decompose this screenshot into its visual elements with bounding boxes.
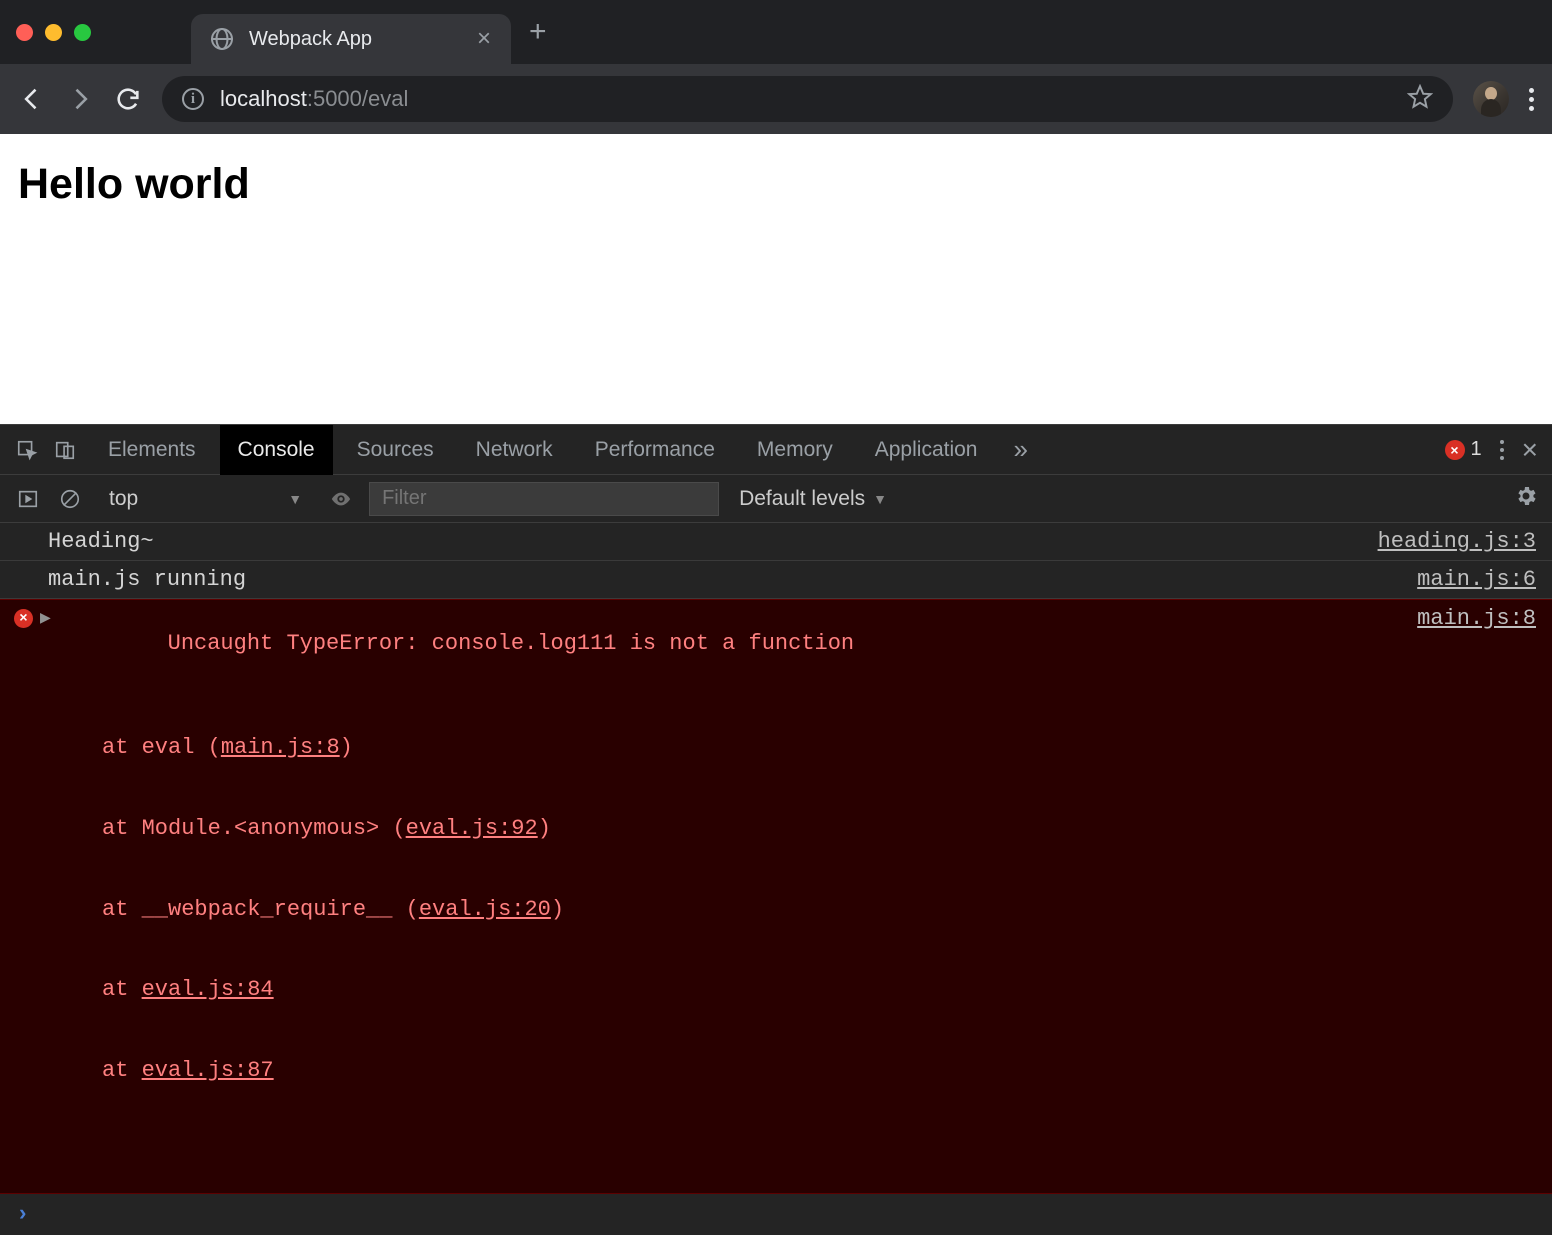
console-error-row: × ▶ Uncaught TypeError: console.log111 i… — [0, 599, 1552, 1194]
chevron-down-icon: ▼ — [288, 491, 302, 507]
device-toggle-icon[interactable] — [52, 437, 78, 463]
stack-link[interactable]: eval.js:87 — [142, 1058, 274, 1083]
log-source[interactable]: main.js:6 — [1417, 567, 1536, 592]
forward-button[interactable] — [66, 85, 94, 113]
console-output: Heading~ heading.js:3 main.js running ma… — [0, 523, 1552, 1235]
live-expression-icon[interactable] — [327, 485, 355, 513]
console-log-row: Heading~ heading.js:3 — [0, 523, 1552, 561]
profile-avatar[interactable] — [1473, 81, 1509, 117]
devtools-panel: Elements Console Sources Network Perform… — [0, 424, 1552, 1235]
tab-application[interactable]: Application — [857, 425, 996, 475]
devtools-menu-button[interactable] — [1500, 440, 1504, 460]
maximize-window-button[interactable] — [74, 24, 91, 41]
clear-console-icon[interactable] — [56, 485, 84, 513]
new-tab-button[interactable]: + — [529, 17, 547, 47]
stack-frame: at eval.js:84 — [62, 975, 1417, 1006]
stack-frame: at eval.js:87 — [62, 1056, 1417, 1087]
stack-link[interactable]: eval.js:20 — [419, 897, 551, 922]
tab-sources[interactable]: Sources — [339, 425, 452, 475]
error-icon: × — [1445, 440, 1465, 460]
error-message: Uncaught TypeError: console.log111 is no… — [168, 631, 855, 656]
tab-elements[interactable]: Elements — [90, 425, 214, 475]
browser-toolbar: i localhost:5000/eval — [0, 64, 1552, 134]
close-window-button[interactable] — [16, 24, 33, 41]
console-toolbar: top ▼ Default levels ▼ — [0, 475, 1552, 523]
url-path: :5000/eval — [307, 86, 409, 112]
tab-strip: Webpack App × + — [0, 0, 1552, 64]
prompt-caret-icon: › — [16, 1202, 29, 1227]
toggle-sidebar-icon[interactable] — [14, 485, 42, 513]
tab-network[interactable]: Network — [458, 425, 571, 475]
globe-icon — [211, 28, 233, 50]
expand-arrow-icon[interactable]: ▶ — [40, 610, 51, 627]
window-controls — [16, 24, 91, 41]
stack-frame: at eval (main.js:8) — [62, 733, 1417, 764]
inspect-element-icon[interactable] — [14, 437, 40, 463]
stack-trace: at eval (main.js:8) at Module.<anonymous… — [62, 683, 1417, 1137]
browser-menu-button[interactable] — [1529, 88, 1534, 111]
error-icon: × — [14, 609, 33, 628]
tab-performance[interactable]: Performance — [577, 425, 733, 475]
filter-input[interactable] — [382, 487, 706, 510]
devtools-close-button[interactable]: × — [1522, 436, 1538, 464]
bookmark-star-icon[interactable] — [1407, 84, 1433, 115]
tab-console[interactable]: Console — [220, 425, 333, 475]
close-tab-button[interactable]: × — [477, 27, 491, 51]
address-bar[interactable]: i localhost:5000/eval — [162, 76, 1453, 122]
url-text: localhost:5000/eval — [220, 86, 408, 112]
back-button[interactable] — [18, 85, 46, 113]
page-viewport: Hello world — [0, 134, 1552, 424]
console-settings-icon[interactable] — [1514, 484, 1538, 513]
console-log-row: main.js running main.js:6 — [0, 561, 1552, 599]
tabs-overflow-button[interactable]: » — [1001, 434, 1039, 465]
error-source[interactable]: main.js:8 — [1417, 606, 1536, 631]
browser-tab[interactable]: Webpack App × — [191, 14, 511, 64]
error-indicator[interactable]: × 1 — [1445, 438, 1482, 461]
devtools-tab-bar: Elements Console Sources Network Perform… — [0, 425, 1552, 475]
minimize-window-button[interactable] — [45, 24, 62, 41]
stack-frame: at __webpack_require__ (eval.js:20) — [62, 895, 1417, 926]
chevron-down-icon: ▼ — [873, 491, 887, 507]
log-levels-select[interactable]: Default levels ▼ — [739, 487, 887, 511]
context-value: top — [109, 487, 138, 511]
reload-button[interactable] — [114, 85, 142, 113]
error-text-block: Uncaught TypeError: console.log111 is no… — [62, 606, 1417, 1187]
stack-link[interactable]: eval.js:92 — [406, 816, 538, 841]
url-host: localhost — [220, 86, 307, 112]
stack-link[interactable]: eval.js:84 — [142, 977, 274, 1002]
tab-title: Webpack App — [249, 28, 461, 51]
log-text: Heading~ — [48, 529, 1378, 554]
site-info-icon[interactable]: i — [182, 88, 204, 110]
execution-context-select[interactable]: top ▼ — [98, 482, 313, 516]
page-heading: Hello world — [18, 160, 1534, 209]
console-prompt[interactable]: › — [0, 1194, 1552, 1235]
error-count: 1 — [1471, 438, 1482, 461]
filter-input-wrapper — [369, 482, 719, 516]
tab-memory[interactable]: Memory — [739, 425, 851, 475]
browser-chrome: Webpack App × + i localhost:5000/eval — [0, 0, 1552, 134]
stack-frame: at Module.<anonymous> (eval.js:92) — [62, 814, 1417, 845]
log-source[interactable]: heading.js:3 — [1378, 529, 1536, 554]
levels-label: Default levels — [739, 487, 865, 511]
log-text: main.js running — [48, 567, 1417, 592]
stack-link[interactable]: main.js:8 — [221, 735, 340, 760]
